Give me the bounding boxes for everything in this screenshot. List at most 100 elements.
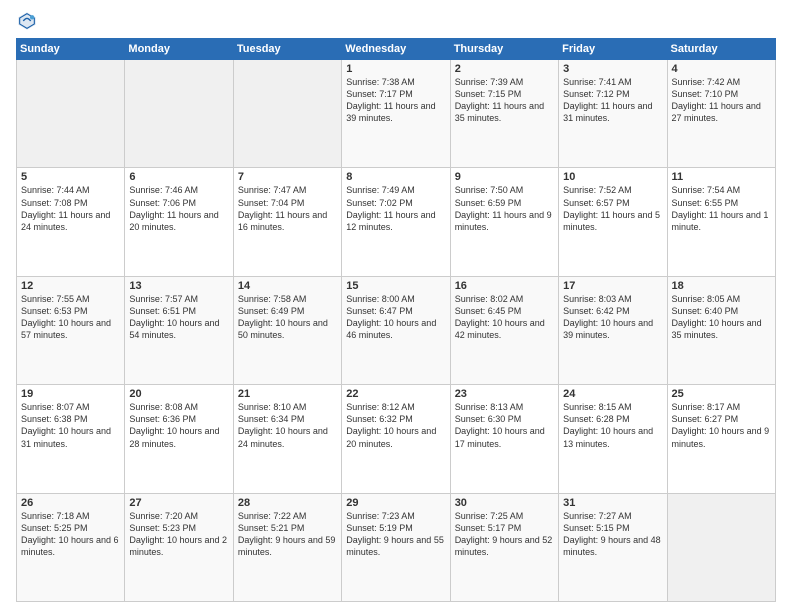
cell-content: Sunrise: 7:49 AM Sunset: 7:02 PM Dayligh… — [346, 184, 445, 233]
cell-content: Sunrise: 7:58 AM Sunset: 6:49 PM Dayligh… — [238, 293, 337, 342]
calendar-cell: 19Sunrise: 8:07 AM Sunset: 6:38 PM Dayli… — [17, 385, 125, 493]
cell-content: Sunrise: 8:02 AM Sunset: 6:45 PM Dayligh… — [455, 293, 554, 342]
logo-icon — [16, 10, 38, 32]
day-number: 29 — [346, 497, 445, 509]
calendar-week-row: 19Sunrise: 8:07 AM Sunset: 6:38 PM Dayli… — [17, 385, 776, 493]
cell-content: Sunrise: 8:08 AM Sunset: 6:36 PM Dayligh… — [129, 401, 228, 450]
calendar-table: SundayMondayTuesdayWednesdayThursdayFrid… — [16, 38, 776, 602]
day-number: 3 — [563, 63, 662, 75]
calendar-cell: 27Sunrise: 7:20 AM Sunset: 5:23 PM Dayli… — [125, 493, 233, 601]
day-number: 26 — [21, 497, 120, 509]
day-number: 1 — [346, 63, 445, 75]
day-number: 11 — [672, 171, 771, 183]
calendar-cell: 30Sunrise: 7:25 AM Sunset: 5:17 PM Dayli… — [450, 493, 558, 601]
cell-content: Sunrise: 7:27 AM Sunset: 5:15 PM Dayligh… — [563, 510, 662, 559]
cell-content: Sunrise: 7:55 AM Sunset: 6:53 PM Dayligh… — [21, 293, 120, 342]
day-number: 24 — [563, 388, 662, 400]
day-number: 12 — [21, 280, 120, 292]
calendar-week-row: 1Sunrise: 7:38 AM Sunset: 7:17 PM Daylig… — [17, 60, 776, 168]
day-number: 13 — [129, 280, 228, 292]
calendar-cell: 23Sunrise: 8:13 AM Sunset: 6:30 PM Dayli… — [450, 385, 558, 493]
cell-content: Sunrise: 8:03 AM Sunset: 6:42 PM Dayligh… — [563, 293, 662, 342]
cell-content: Sunrise: 7:46 AM Sunset: 7:06 PM Dayligh… — [129, 184, 228, 233]
day-number: 25 — [672, 388, 771, 400]
cell-content: Sunrise: 7:38 AM Sunset: 7:17 PM Dayligh… — [346, 76, 445, 125]
day-number: 19 — [21, 388, 120, 400]
calendar-cell: 25Sunrise: 8:17 AM Sunset: 6:27 PM Dayli… — [667, 385, 775, 493]
cell-content: Sunrise: 7:18 AM Sunset: 5:25 PM Dayligh… — [21, 510, 120, 559]
calendar-cell: 17Sunrise: 8:03 AM Sunset: 6:42 PM Dayli… — [559, 276, 667, 384]
calendar-cell — [233, 60, 341, 168]
cell-content: Sunrise: 8:13 AM Sunset: 6:30 PM Dayligh… — [455, 401, 554, 450]
calendar-cell: 1Sunrise: 7:38 AM Sunset: 7:17 PM Daylig… — [342, 60, 450, 168]
day-number: 27 — [129, 497, 228, 509]
cell-content: Sunrise: 7:23 AM Sunset: 5:19 PM Dayligh… — [346, 510, 445, 559]
cell-content: Sunrise: 7:47 AM Sunset: 7:04 PM Dayligh… — [238, 184, 337, 233]
day-number: 20 — [129, 388, 228, 400]
calendar-cell: 24Sunrise: 8:15 AM Sunset: 6:28 PM Dayli… — [559, 385, 667, 493]
day-number: 23 — [455, 388, 554, 400]
calendar-cell: 21Sunrise: 8:10 AM Sunset: 6:34 PM Dayli… — [233, 385, 341, 493]
calendar-cell: 16Sunrise: 8:02 AM Sunset: 6:45 PM Dayli… — [450, 276, 558, 384]
calendar-day-header: Friday — [559, 39, 667, 60]
calendar-day-header: Thursday — [450, 39, 558, 60]
cell-content: Sunrise: 8:07 AM Sunset: 6:38 PM Dayligh… — [21, 401, 120, 450]
day-number: 31 — [563, 497, 662, 509]
cell-content: Sunrise: 7:44 AM Sunset: 7:08 PM Dayligh… — [21, 184, 120, 233]
calendar-cell: 22Sunrise: 8:12 AM Sunset: 6:32 PM Dayli… — [342, 385, 450, 493]
day-number: 21 — [238, 388, 337, 400]
day-number: 9 — [455, 171, 554, 183]
calendar-cell: 14Sunrise: 7:58 AM Sunset: 6:49 PM Dayli… — [233, 276, 341, 384]
day-number: 4 — [672, 63, 771, 75]
cell-content: Sunrise: 7:20 AM Sunset: 5:23 PM Dayligh… — [129, 510, 228, 559]
day-number: 8 — [346, 171, 445, 183]
day-number: 2 — [455, 63, 554, 75]
calendar-week-row: 26Sunrise: 7:18 AM Sunset: 5:25 PM Dayli… — [17, 493, 776, 601]
day-number: 18 — [672, 280, 771, 292]
cell-content: Sunrise: 7:57 AM Sunset: 6:51 PM Dayligh… — [129, 293, 228, 342]
logo — [16, 10, 42, 32]
calendar-cell: 2Sunrise: 7:39 AM Sunset: 7:15 PM Daylig… — [450, 60, 558, 168]
calendar-cell: 15Sunrise: 8:00 AM Sunset: 6:47 PM Dayli… — [342, 276, 450, 384]
cell-content: Sunrise: 8:12 AM Sunset: 6:32 PM Dayligh… — [346, 401, 445, 450]
calendar-cell: 7Sunrise: 7:47 AM Sunset: 7:04 PM Daylig… — [233, 168, 341, 276]
cell-content: Sunrise: 7:52 AM Sunset: 6:57 PM Dayligh… — [563, 184, 662, 233]
calendar-cell: 11Sunrise: 7:54 AM Sunset: 6:55 PM Dayli… — [667, 168, 775, 276]
day-number: 5 — [21, 171, 120, 183]
header — [16, 10, 776, 32]
calendar-week-row: 5Sunrise: 7:44 AM Sunset: 7:08 PM Daylig… — [17, 168, 776, 276]
calendar-cell: 28Sunrise: 7:22 AM Sunset: 5:21 PM Dayli… — [233, 493, 341, 601]
cell-content: Sunrise: 7:50 AM Sunset: 6:59 PM Dayligh… — [455, 184, 554, 233]
calendar-header-row: SundayMondayTuesdayWednesdayThursdayFrid… — [17, 39, 776, 60]
calendar-cell: 18Sunrise: 8:05 AM Sunset: 6:40 PM Dayli… — [667, 276, 775, 384]
day-number: 10 — [563, 171, 662, 183]
page: SundayMondayTuesdayWednesdayThursdayFrid… — [0, 0, 792, 612]
day-number: 22 — [346, 388, 445, 400]
calendar-day-header: Saturday — [667, 39, 775, 60]
day-number: 28 — [238, 497, 337, 509]
day-number: 30 — [455, 497, 554, 509]
calendar-cell: 5Sunrise: 7:44 AM Sunset: 7:08 PM Daylig… — [17, 168, 125, 276]
day-number: 14 — [238, 280, 337, 292]
day-number: 16 — [455, 280, 554, 292]
calendar-week-row: 12Sunrise: 7:55 AM Sunset: 6:53 PM Dayli… — [17, 276, 776, 384]
calendar-cell — [667, 493, 775, 601]
calendar-cell: 10Sunrise: 7:52 AM Sunset: 6:57 PM Dayli… — [559, 168, 667, 276]
cell-content: Sunrise: 7:54 AM Sunset: 6:55 PM Dayligh… — [672, 184, 771, 233]
calendar-cell: 8Sunrise: 7:49 AM Sunset: 7:02 PM Daylig… — [342, 168, 450, 276]
cell-content: Sunrise: 8:15 AM Sunset: 6:28 PM Dayligh… — [563, 401, 662, 450]
calendar-cell: 20Sunrise: 8:08 AM Sunset: 6:36 PM Dayli… — [125, 385, 233, 493]
calendar-cell — [17, 60, 125, 168]
day-number: 15 — [346, 280, 445, 292]
cell-content: Sunrise: 7:25 AM Sunset: 5:17 PM Dayligh… — [455, 510, 554, 559]
calendar-cell: 4Sunrise: 7:42 AM Sunset: 7:10 PM Daylig… — [667, 60, 775, 168]
calendar-day-header: Monday — [125, 39, 233, 60]
day-number: 7 — [238, 171, 337, 183]
calendar-cell: 29Sunrise: 7:23 AM Sunset: 5:19 PM Dayli… — [342, 493, 450, 601]
calendar-cell: 13Sunrise: 7:57 AM Sunset: 6:51 PM Dayli… — [125, 276, 233, 384]
day-number: 6 — [129, 171, 228, 183]
calendar-cell: 3Sunrise: 7:41 AM Sunset: 7:12 PM Daylig… — [559, 60, 667, 168]
cell-content: Sunrise: 8:05 AM Sunset: 6:40 PM Dayligh… — [672, 293, 771, 342]
cell-content: Sunrise: 7:39 AM Sunset: 7:15 PM Dayligh… — [455, 76, 554, 125]
cell-content: Sunrise: 8:17 AM Sunset: 6:27 PM Dayligh… — [672, 401, 771, 450]
